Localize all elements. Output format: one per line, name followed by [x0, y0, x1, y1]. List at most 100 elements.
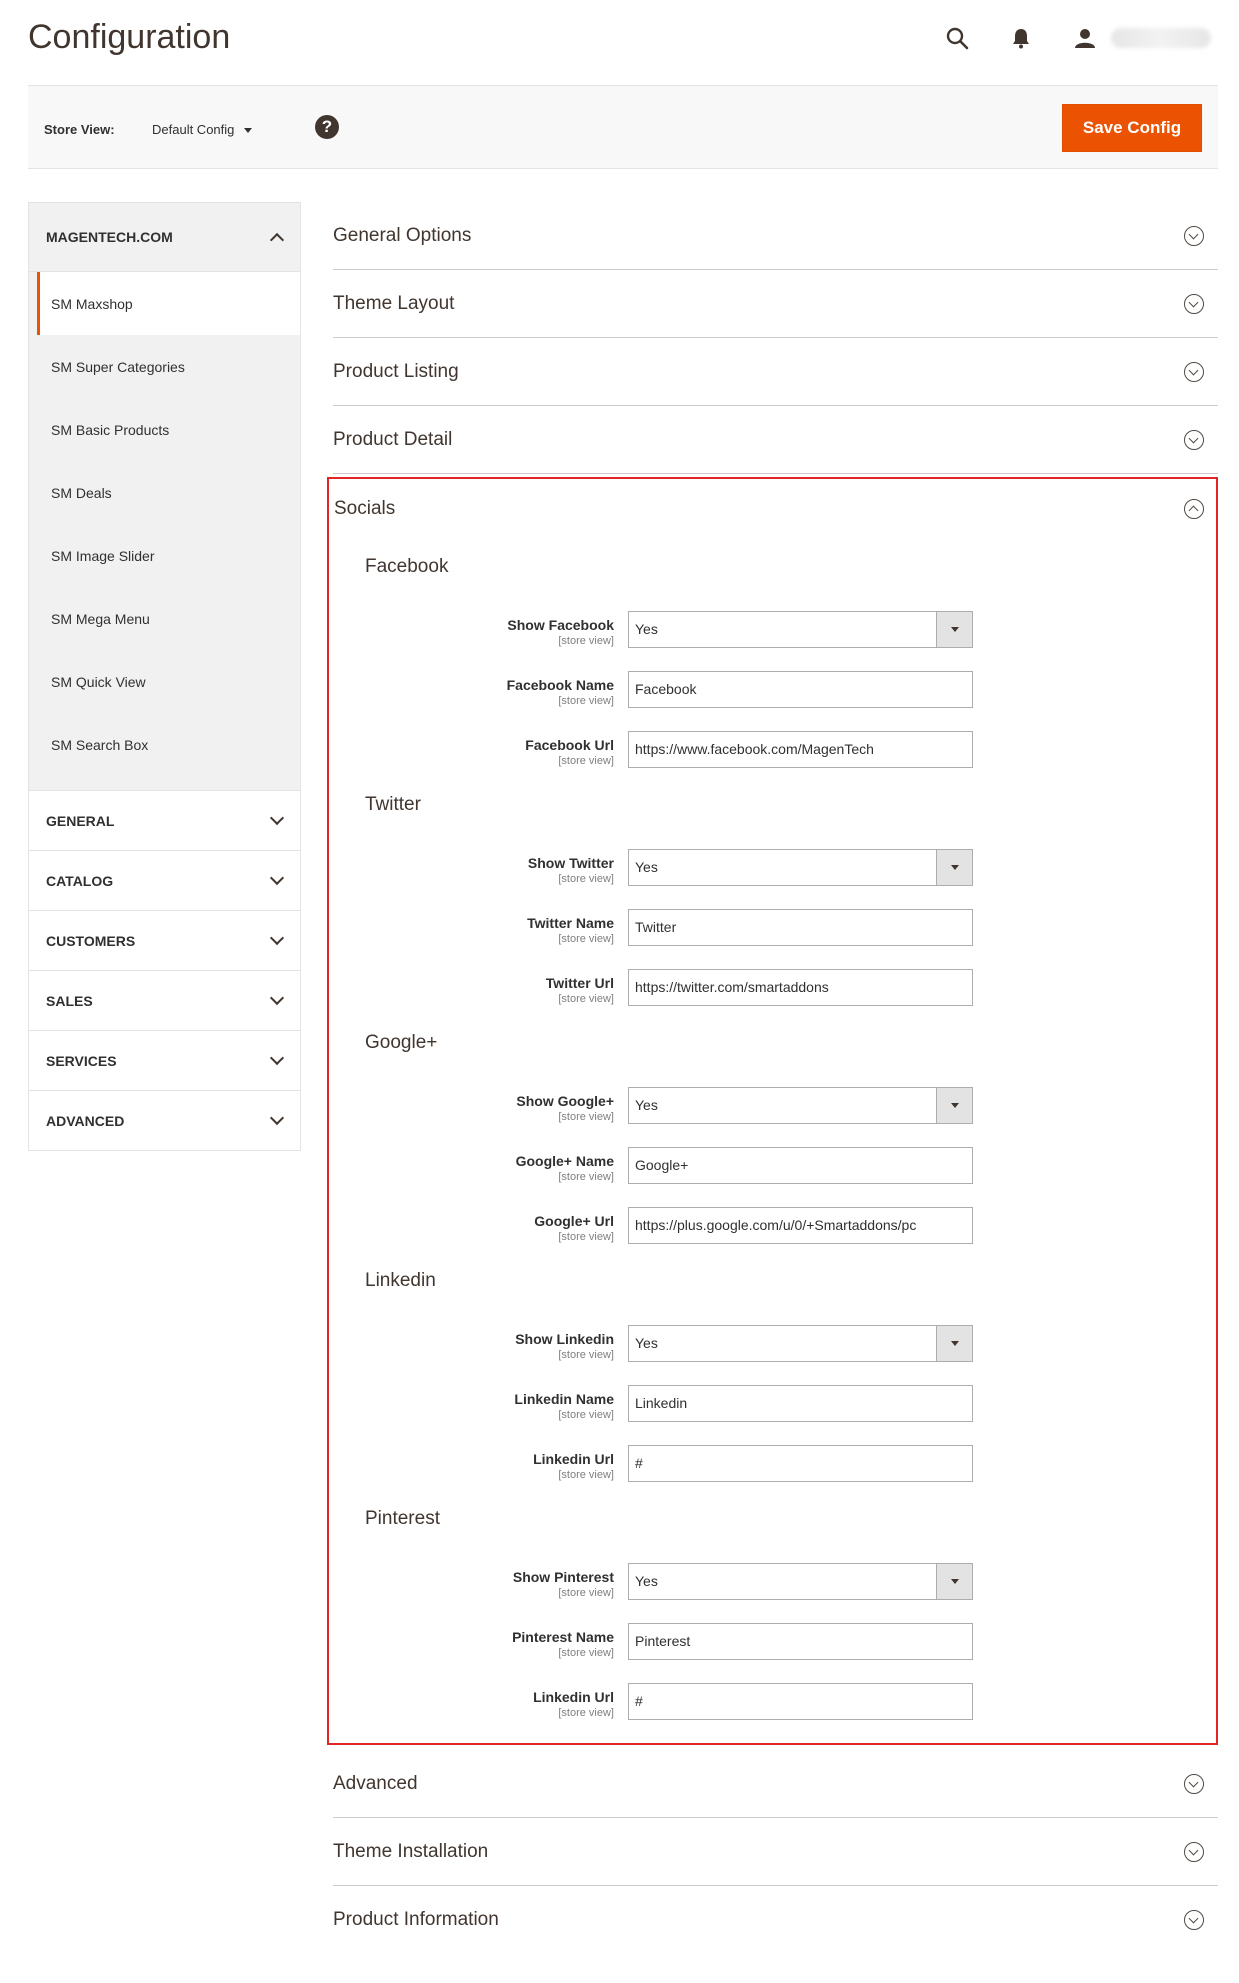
- text-input[interactable]: #: [628, 1445, 973, 1482]
- user-name-blurred[interactable]: [1111, 28, 1211, 48]
- section-title: Socials: [334, 498, 396, 519]
- section-product-detail[interactable]: Product Detail: [333, 406, 1218, 474]
- sidebar-group-services[interactable]: SERVICES: [29, 1030, 300, 1090]
- field-label: Twitter Name: [527, 915, 614, 931]
- select-arrow-icon[interactable]: [936, 1564, 972, 1599]
- field-label: Google+ Url: [534, 1213, 614, 1229]
- text-input[interactable]: Facebook: [628, 671, 973, 708]
- chevron-down-icon: [269, 1110, 285, 1126]
- section-general-options[interactable]: General Options: [333, 202, 1218, 270]
- section-socials-header[interactable]: Socials: [329, 479, 1216, 539]
- field-value: Pinterest: [635, 1633, 691, 1649]
- bell-icon[interactable]: [1007, 24, 1035, 52]
- field-scope: [store view]: [558, 873, 614, 885]
- sidebar-group-advanced[interactable]: ADVANCED: [29, 1090, 300, 1150]
- section-theme-layout[interactable]: Theme Layout: [333, 270, 1218, 338]
- field-value: Yes: [635, 1335, 658, 1351]
- text-input[interactable]: Google+: [628, 1147, 973, 1184]
- section-theme-installation[interactable]: Theme Installation: [333, 1818, 1218, 1886]
- text-input[interactable]: #: [628, 1683, 973, 1720]
- sidebar-group-customers[interactable]: CUSTOMERS: [29, 910, 300, 970]
- chevron-down-icon: [269, 930, 285, 946]
- field-label: Show Linkedin: [515, 1331, 614, 1347]
- page-title: Configuration: [28, 18, 231, 56]
- field-value: Yes: [635, 621, 658, 637]
- field-label: Linkedin Url: [533, 1689, 614, 1705]
- field-label: Show Facebook: [507, 617, 614, 633]
- field-scope: [store view]: [558, 933, 614, 945]
- sidebar-item-sm-mega-menu[interactable]: SM Mega Menu: [29, 587, 300, 650]
- section-title: Product Listing: [333, 360, 459, 382]
- field-value: Yes: [635, 859, 658, 875]
- text-input[interactable]: Pinterest: [628, 1623, 973, 1660]
- social-groups: Facebook Show Facebook [store view] Yes Face…: [329, 539, 1216, 1743]
- store-view-switcher[interactable]: Default Config: [152, 122, 253, 137]
- config-field-row: Show Google+ [store view] Yes: [329, 1087, 1216, 1147]
- help-icon[interactable]: ?: [315, 115, 339, 139]
- sidebar-group-label: SALES: [46, 992, 93, 1009]
- config-field-row: Facebook Name [store view] Facebook: [329, 671, 1216, 731]
- sidebar-item-sm-super-categories[interactable]: SM Super Categories: [29, 335, 300, 398]
- section-title: Theme Installation: [333, 1840, 489, 1862]
- save-config-button[interactable]: Save Config: [1062, 104, 1202, 152]
- yes-no-select[interactable]: Yes: [628, 1087, 973, 1124]
- field-value: Yes: [635, 1097, 658, 1113]
- section-advanced[interactable]: Advanced: [333, 1750, 1218, 1818]
- field-scope: [store view]: [558, 1231, 614, 1243]
- page-actions-toolbar: Store View: Default Config ? Save Config: [28, 85, 1218, 169]
- text-input[interactable]: Linkedin: [628, 1385, 973, 1422]
- field-value: Google+: [635, 1157, 689, 1173]
- chevron-down-icon: [269, 810, 285, 826]
- sidebar-group-magentech-header[interactable]: MAGENTECH.COM: [29, 203, 300, 272]
- select-arrow-icon[interactable]: [936, 1326, 972, 1361]
- config-field-row: Twitter Name [store view] Twitter: [329, 909, 1216, 969]
- field-label: Pinterest Name: [512, 1629, 614, 1645]
- config-field-row: Show Twitter [store view] Yes: [329, 849, 1216, 909]
- text-input[interactable]: https://www.facebook.com/MagenTech: [628, 731, 973, 768]
- field-scope: [store view]: [558, 635, 614, 647]
- field-label: Show Twitter: [527, 855, 614, 871]
- sidebar-item-sm-maxshop[interactable]: SM Maxshop: [37, 272, 300, 335]
- user-icon[interactable]: [1071, 24, 1099, 52]
- text-input[interactable]: Twitter: [628, 909, 973, 946]
- chevron-up-icon: [269, 232, 285, 247]
- select-arrow-icon[interactable]: [936, 850, 972, 885]
- social-group-title: Pinterest: [365, 1508, 440, 1529]
- social-group-title: Google+: [365, 1032, 438, 1053]
- yes-no-select[interactable]: Yes: [628, 1325, 973, 1362]
- collapse-circle-icon: [1184, 499, 1204, 519]
- social-group-title: Facebook: [365, 556, 449, 577]
- sidebar-group-label: GENERAL: [46, 812, 115, 829]
- socials-section-highlighted: Socials Facebook Show Facebook [store view…: [327, 477, 1218, 1745]
- select-arrow-icon[interactable]: [936, 612, 972, 647]
- sidebar-item-sm-image-slider[interactable]: SM Image Slider: [29, 524, 300, 587]
- search-icon[interactable]: [943, 24, 971, 52]
- sidebar-item-sm-quick-view[interactable]: SM Quick View: [29, 650, 300, 713]
- sidebar-item-sm-search-box[interactable]: SM Search Box: [29, 713, 300, 776]
- field-value: https://www.facebook.com/MagenTech: [635, 741, 874, 757]
- sidebar-item-sm-basic-products[interactable]: SM Basic Products: [29, 398, 300, 461]
- section-product-information[interactable]: Product Information: [333, 1886, 1218, 1954]
- sidebar-group-label: SERVICES: [46, 1052, 117, 1069]
- sidebar-group-general[interactable]: GENERAL: [29, 790, 300, 850]
- sidebar-group-catalog[interactable]: CATALOG: [29, 850, 300, 910]
- store-view-label: Store View:: [44, 122, 115, 137]
- expand-circle-icon: [1184, 293, 1204, 314]
- field-scope: [store view]: [558, 993, 614, 1005]
- sidebar-group-sales[interactable]: SALES: [29, 970, 300, 1030]
- config-sections-top: General Options Theme Layout Product Lis…: [333, 202, 1218, 474]
- section-product-listing[interactable]: Product Listing: [333, 338, 1218, 406]
- config-field-row: Facebook Url [store view] https://www.face…: [329, 731, 1216, 791]
- config-field-row: Show Facebook [store view] Yes: [329, 611, 1216, 671]
- expand-circle-icon: [1184, 225, 1204, 246]
- field-scope: [store view]: [558, 1171, 614, 1183]
- yes-no-select[interactable]: Yes: [628, 849, 973, 886]
- yes-no-select[interactable]: Yes: [628, 1563, 973, 1600]
- config-sidebar: MAGENTECH.COM SM Maxshop SM Super Catego…: [28, 202, 301, 1151]
- select-arrow-icon[interactable]: [936, 1088, 972, 1123]
- yes-no-select[interactable]: Yes: [628, 611, 973, 648]
- field-scope: [store view]: [558, 1349, 614, 1361]
- sidebar-item-sm-deals[interactable]: SM Deals: [29, 461, 300, 524]
- text-input[interactable]: https://twitter.com/smartaddons: [628, 969, 973, 1006]
- text-input[interactable]: https://plus.google.com/u/0/+Smartaddons…: [628, 1207, 973, 1244]
